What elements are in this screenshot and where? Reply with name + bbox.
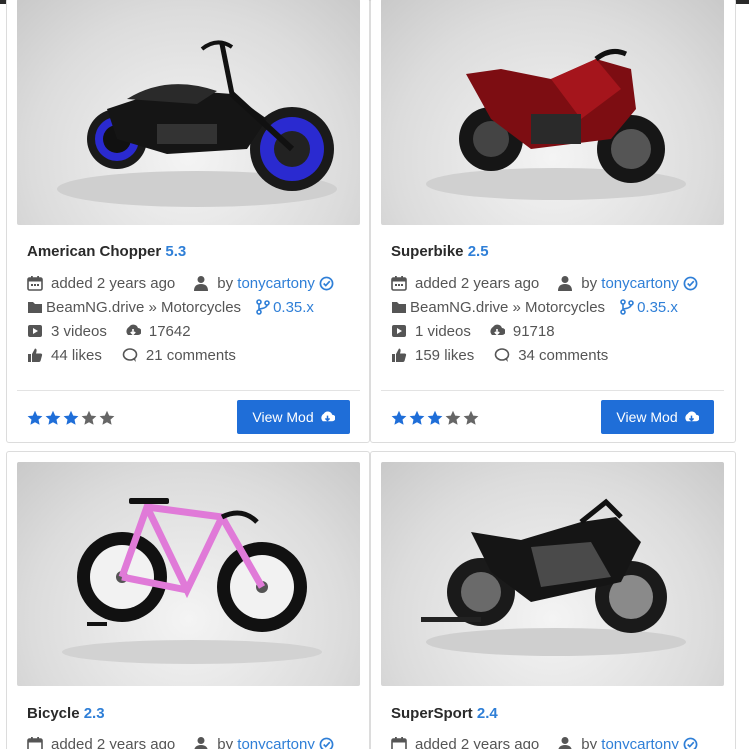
meta-row-added: added 2 years ago by tonycartony [391,273,698,293]
added-text: added 2 years ago [415,274,540,292]
mod-thumbnail[interactable] [381,462,724,686]
user-icon [193,275,209,291]
mod-card-superbike: Superbike 2.5 added 2 years ago by tonyc… [370,0,736,443]
mod-title[interactable]: Superbike 2.5 [391,243,489,260]
mod-version: 2.4 [476,705,498,722]
card-divider [17,390,360,391]
view-mod-label: View Mod [616,409,678,425]
meta-row-likes: 159 likes 34 comments [391,345,608,365]
author-link[interactable]: tonycartony [237,275,315,292]
by-label: by [581,735,598,749]
likes-text: 159 likes [415,346,475,364]
by-label: by [217,735,234,749]
category-text[interactable]: BeamNG.drive » Motorcycles [46,299,241,316]
mod-card-american-chopper: American Chopper 5.3 added 2 years ago b… [6,0,370,443]
meta-row-videos: 1 videos 91718 [391,321,555,341]
folder-icon [391,299,407,315]
star-filled-icon [27,410,43,425]
author-link[interactable]: tonycartony [601,275,679,292]
mod-version: 2.3 [83,705,105,722]
mod-title[interactable]: SuperSport 2.4 [391,705,498,722]
by-label: by [217,274,234,292]
verified-icon [319,737,334,749]
star-empty-icon [99,410,115,425]
user-icon [557,275,573,291]
star-empty-icon [81,410,97,425]
chopper-image [57,40,337,207]
mod-card-bicycle: Bicycle 2.3 added 2 years ago by tonycar… [6,451,370,749]
comments-text: 21 comments [145,346,236,364]
meta-row-category: BeamNG.drive » Motorcycles 0.35.x [27,297,314,317]
folder-icon [27,299,43,315]
downloads-text: 17642 [148,322,191,340]
category-text[interactable]: BeamNG.drive » Motorcycles [410,299,605,316]
mod-thumbnail[interactable] [17,462,360,686]
star-filled-icon [45,410,61,425]
thumbs-up-icon [27,347,43,363]
mod-thumbnail[interactable] [381,0,724,225]
star-filled-icon [391,410,407,425]
superbike-image [426,48,686,200]
comment-icon [122,347,138,363]
calendar-icon [391,275,407,291]
added-text: added 2 years ago [51,274,176,292]
game-version[interactable]: 0.35.x [273,299,314,316]
video-icon [391,323,407,339]
author-link[interactable]: tonycartony [237,736,315,749]
view-mod-label: View Mod [252,409,314,425]
download-cloud-icon [320,411,335,422]
calendar-icon [27,736,43,749]
likes-text: 44 likes [51,346,102,364]
mod-version: 5.3 [165,243,187,260]
mod-title[interactable]: Bicycle 2.3 [27,705,105,722]
meta-row-videos: 3 videos 17642 [27,321,191,341]
star-empty-icon [445,410,461,425]
user-icon [193,736,209,749]
mod-version: 2.5 [467,243,489,260]
rating-stars [27,410,115,426]
supersport-image [421,498,686,656]
download-icon [489,323,505,339]
meta-row-added: added 2 years ago by tonycartony [27,734,334,749]
mod-title[interactable]: American Chopper 5.3 [27,243,186,260]
videos-text: 1 videos [415,322,471,340]
bicycle-image [62,498,322,664]
branch-icon [255,299,271,315]
added-text: added 2 years ago [415,735,540,749]
game-version[interactable]: 0.35.x [637,299,678,316]
thumbs-up-icon [391,347,407,363]
downloads-text: 91718 [512,322,555,340]
star-filled-icon [427,410,443,425]
branch-icon [619,299,635,315]
view-mod-button[interactable]: View Mod [601,400,714,434]
view-mod-button[interactable]: View Mod [237,400,350,434]
verified-icon [683,737,698,749]
video-icon [27,323,43,339]
verified-icon [319,276,334,291]
author-link[interactable]: tonycartony [601,736,679,749]
verified-icon [683,276,698,291]
comment-icon [494,347,510,363]
user-icon [557,736,573,749]
download-cloud-icon [684,411,699,422]
comments-text: 34 comments [518,346,609,364]
meta-row-added: added 2 years ago by tonycartony [391,734,698,749]
star-filled-icon [409,410,425,425]
added-text: added 2 years ago [51,735,176,749]
calendar-icon [27,275,43,291]
mod-card-supersport: SuperSport 2.4 added 2 years ago by tony… [370,451,736,749]
card-divider [381,390,724,391]
download-icon [125,323,141,339]
by-label: by [581,274,598,292]
rating-stars [391,410,479,426]
calendar-icon [391,736,407,749]
star-filled-icon [63,410,79,425]
meta-row-likes: 44 likes 21 comments [27,345,236,365]
meta-row-added: added 2 years ago by tonycartony [27,273,334,293]
mod-thumbnail[interactable] [17,0,360,225]
meta-row-category: BeamNG.drive » Motorcycles 0.35.x [391,297,678,317]
videos-text: 3 videos [51,322,107,340]
star-empty-icon [463,410,479,425]
